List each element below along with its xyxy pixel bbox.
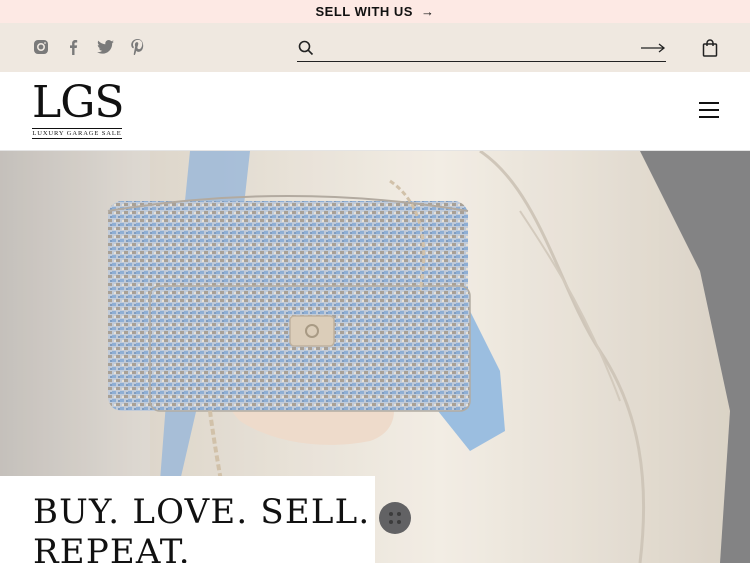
site-header: LGS LUXURY GARAGE SALE: [0, 72, 750, 151]
pinterest-icon[interactable]: [128, 38, 146, 56]
facebook-icon[interactable]: [64, 38, 82, 56]
logo-tagline: LUXURY GARAGE SALE: [32, 128, 122, 139]
utility-bar: [0, 23, 750, 72]
instagram-icon[interactable]: [32, 38, 50, 56]
logo-mark: LGS: [32, 77, 125, 128]
lgs-logo[interactable]: LGS LUXURY GARAGE SALE: [32, 77, 125, 140]
social-links: [32, 38, 146, 56]
arrow-right-icon: →: [420, 4, 435, 19]
twitter-icon[interactable]: [96, 38, 114, 56]
sell-with-us-banner[interactable]: SELL WITH US →: [0, 0, 750, 23]
search-bar: [297, 34, 666, 62]
sell-with-us-label: SELL WITH US: [315, 4, 413, 19]
shopping-bag-icon[interactable]: [702, 39, 718, 57]
search-icon[interactable]: [298, 40, 314, 56]
hero-headline-card: BUY. LOVE. SELL. REPEAT.: [0, 476, 375, 563]
search-submit-arrow-icon[interactable]: [640, 41, 666, 55]
search-input[interactable]: [314, 34, 640, 61]
hamburger-menu-icon[interactable]: [699, 102, 719, 118]
hero-headline: BUY. LOVE. SELL. REPEAT.: [33, 492, 371, 563]
